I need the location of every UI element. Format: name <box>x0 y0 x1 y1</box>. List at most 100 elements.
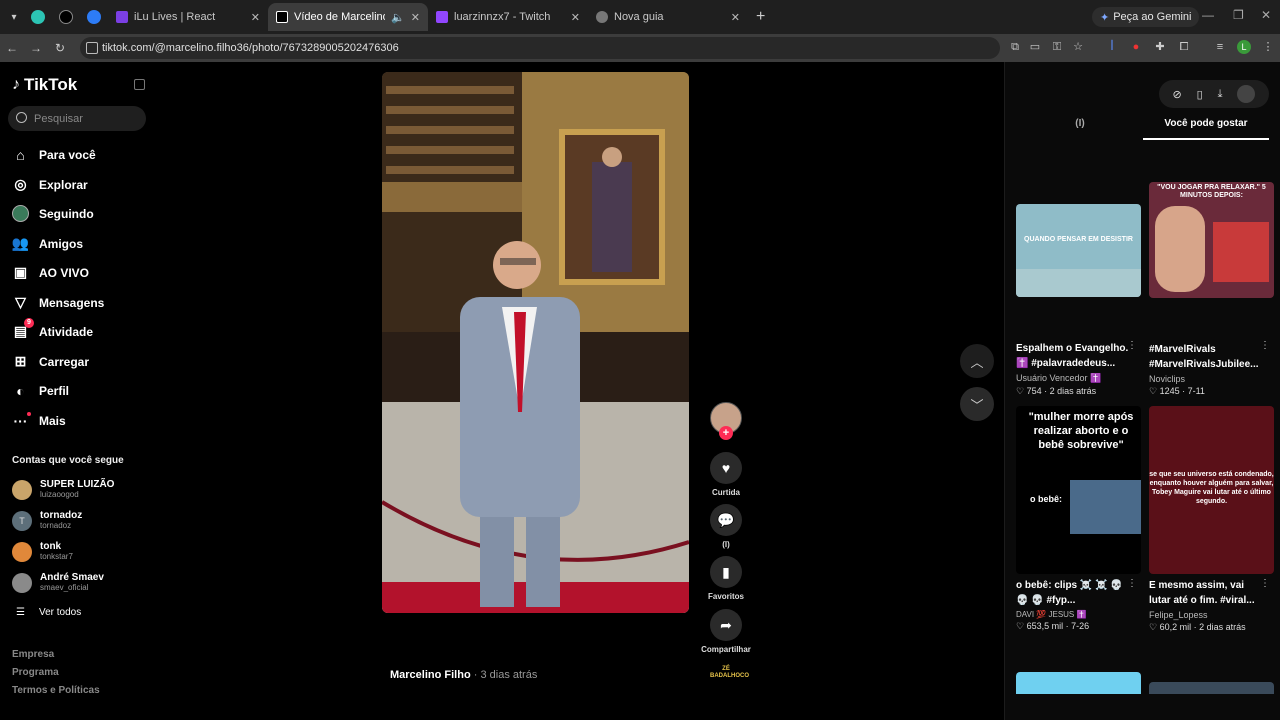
download-icon[interactable]: ⤓ <box>1218 88 1223 101</box>
nav-ao-vivo[interactable]: ▣ AO VIVO <box>12 264 89 281</box>
address-toolbar: ← → ↻ tiktok.com/@marcelino.filho36/phot… <box>0 34 1280 62</box>
footer-link-termos[interactable]: Termos e Políticas <box>12 685 100 696</box>
forward-icon[interactable]: → <box>24 41 48 55</box>
sound-label[interactable]: ZÉ BADALHOCO <box>710 666 749 684</box>
tab-twitch[interactable]: luarzinnzx7 - Twitch ✕ <box>428 3 588 31</box>
nav-carregar[interactable]: ⊞ Carregar <box>12 353 89 370</box>
tab-comments[interactable]: (I) <box>1017 118 1143 140</box>
live-icon: ▣ <box>13 264 28 280</box>
browser-tabbar: ▾ iLu Lives | React ✕ Vídeo de Marcelino… <box>0 0 1280 34</box>
window-close-icon[interactable]: ✕ <box>1261 8 1271 22</box>
like-button[interactable]: ♥ Curtida <box>710 452 742 497</box>
follow-plus-icon[interactable]: + <box>719 426 733 440</box>
next-post-button[interactable]: ﹀ <box>960 387 994 421</box>
previous-post-button[interactable]: ︿ <box>960 344 994 378</box>
device-icon[interactable]: ▯ <box>1197 88 1203 101</box>
nav-mensagens[interactable]: ▽ Mensagens <box>12 294 104 311</box>
gemini-button[interactable]: ✦ Peça ao Gemini <box>1092 7 1200 27</box>
key-icon[interactable]: ⚿ <box>1050 40 1064 54</box>
nav-para-voce[interactable]: ⌂ Para você <box>12 146 95 163</box>
recommended-card[interactable]: "VOU JOGAR PRA RELAXAR." 5 MINUTOS DEPOI… <box>1149 182 1274 397</box>
gemini-icon: ✦ <box>1100 11 1110 24</box>
search-input[interactable]: Pesquisar <box>8 106 146 131</box>
avatar <box>12 572 32 593</box>
nav-atividade[interactable]: ▤ 9 Atividade <box>12 318 93 340</box>
bookmark-icon: ▮ <box>710 556 742 588</box>
footer-link-empresa[interactable]: Empresa <box>12 649 54 660</box>
pinned-tab-1[interactable] <box>24 3 52 31</box>
tab-marcelino-video[interactable]: Vídeo de Marcelino Filho ( 🔈 ✕ <box>268 3 428 31</box>
collapse-sidebar-icon[interactable] <box>134 79 145 90</box>
cast-icon[interactable]: ▭ <box>1028 40 1042 54</box>
avatar: T <box>12 510 32 531</box>
tab-search-icon[interactable]: ▾ <box>4 7 24 27</box>
kebab-menu-icon[interactable]: ⋮ <box>1261 40 1275 54</box>
share-button[interactable]: ➦ Compartilhar <box>701 609 751 654</box>
avatar <box>12 479 32 500</box>
avatar <box>12 541 32 562</box>
translate-icon[interactable]: ⧉ <box>1008 40 1022 54</box>
recommended-card-partial[interactable] <box>1016 672 1141 694</box>
user-avatar[interactable] <box>1237 85 1256 103</box>
bookmark-star-icon[interactable]: ☆ <box>1071 40 1085 54</box>
recommended-card[interactable]: "mulher morre após realizar aborto e o b… <box>1016 406 1141 632</box>
nav-explorar[interactable]: ◎ Explorar <box>12 176 87 193</box>
tiktok-logo[interactable]: ♪ TikTok <box>12 75 77 95</box>
post-author[interactable]: Marcelino Filho <box>390 669 471 681</box>
close-icon[interactable]: ✕ <box>731 11 740 24</box>
footer-link-programa[interactable]: Programa <box>12 667 59 678</box>
more-options-icon[interactable]: ⋮ <box>1260 578 1270 589</box>
tab-ilu-lives[interactable]: iLu Lives | React ✕ <box>108 3 268 31</box>
profile-avatar-icon[interactable]: L <box>1237 40 1251 54</box>
more-options-icon[interactable]: ⋮ <box>1127 340 1137 351</box>
tab-voce-pode-gostar[interactable]: Você pode gostar <box>1143 118 1269 140</box>
nav-perfil[interactable]: ◐ Perfil <box>12 382 69 399</box>
comment-icon: 💬 <box>710 504 742 536</box>
post-caption: Marcelino Filho · 3 dias atrás <box>390 669 537 681</box>
ilu-favicon-icon <box>116 11 128 23</box>
reload-icon[interactable]: ↻ <box>48 41 72 55</box>
more-options-icon[interactable]: ⋮ <box>1127 578 1137 589</box>
nav-amigos[interactable]: 👥 Amigos <box>12 235 83 252</box>
comment-button[interactable]: 💬 (I) <box>710 504 742 549</box>
extension-icon[interactable]: ꟾ <box>1105 40 1119 54</box>
messages-icon: ▽ <box>15 294 26 310</box>
following-item[interactable]: tonk tonkstar7 <box>12 541 73 562</box>
close-icon[interactable]: ✕ <box>251 11 260 24</box>
restore-icon[interactable]: ❐ <box>1233 8 1244 22</box>
recommended-card-partial[interactable] <box>1149 682 1274 694</box>
recommended-card[interactable]: se que seu universo está condenado, enqu… <box>1149 406 1274 633</box>
profile-icon: ◐ <box>16 382 25 399</box>
nav-mais[interactable]: ··· Mais <box>12 412 66 429</box>
close-icon[interactable]: ✕ <box>411 11 420 24</box>
author-avatar[interactable]: + <box>710 402 742 440</box>
minimize-icon[interactable]: — <box>1202 8 1214 22</box>
tab-media-icon[interactable]: ≡ <box>1213 40 1227 54</box>
pinned-tab-3[interactable] <box>80 3 108 31</box>
speaker-icon[interactable]: 🔈 <box>391 11 405 24</box>
tiktok-note-icon: ♪ <box>12 76 20 93</box>
tab-new[interactable]: Nova guia ✕ <box>588 3 748 31</box>
more-options-icon[interactable]: ⋮ <box>1260 340 1270 351</box>
site-info-icon[interactable] <box>86 42 98 54</box>
favorite-button[interactable]: ▮ Favoritos <box>708 556 744 601</box>
url-bar[interactable]: tiktok.com/@marcelino.filho36/photo/7673… <box>80 37 1000 59</box>
following-item[interactable]: SUPER LUIZÃO luizaoogod <box>12 479 114 500</box>
chrome-favicon-icon <box>596 11 608 23</box>
post-photo[interactable] <box>382 72 689 613</box>
pinned-tab-tiktok[interactable] <box>52 3 80 31</box>
new-tab-button[interactable]: + <box>756 8 765 26</box>
see-all-button[interactable]: ☰ Ver todos <box>16 607 81 618</box>
extension-red-icon[interactable]: ● <box>1129 40 1143 54</box>
nav-seguindo[interactable]: Seguindo <box>12 205 94 222</box>
compass-icon[interactable]: ⊘ <box>1172 88 1181 101</box>
extension-shield-icon[interactable]: ✚ <box>1153 40 1167 54</box>
close-icon[interactable]: ✕ <box>571 11 580 24</box>
puzzle-icon[interactable]: ⧠ <box>1177 40 1191 54</box>
list-icon: ☰ <box>16 607 25 618</box>
following-item[interactable]: André Smaev smaev_oficial <box>12 572 104 593</box>
recommended-card[interactable]: QUANDO PENSAR EM DESISTIR Espalhem o Eva… <box>1016 204 1141 397</box>
following-avatar-icon <box>12 205 29 222</box>
back-icon[interactable]: ← <box>0 41 24 55</box>
following-item[interactable]: T tornadoz tornadoz <box>12 510 82 531</box>
